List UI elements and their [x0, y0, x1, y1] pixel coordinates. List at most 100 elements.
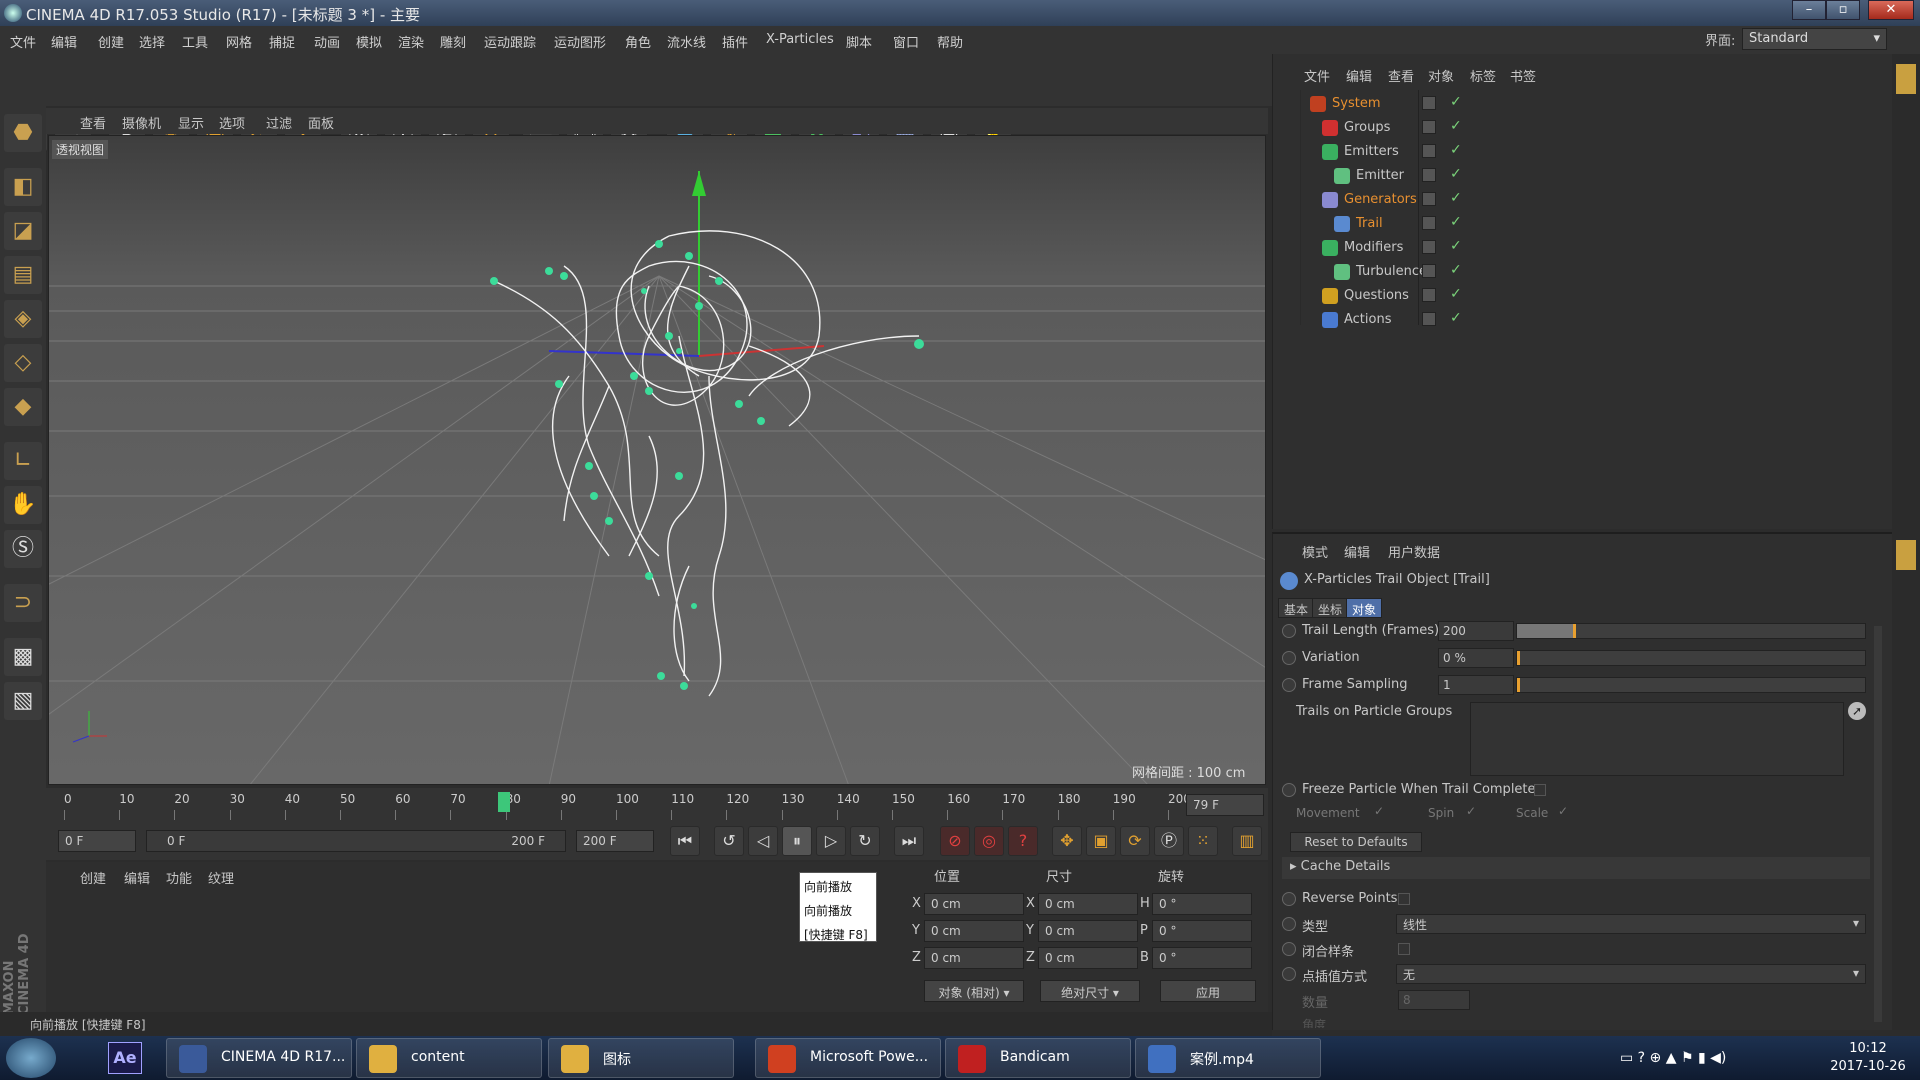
- variation-radio[interactable]: [1282, 651, 1296, 665]
- minimize-button[interactable]: –: [1792, 0, 1826, 20]
- timeline[interactable]: 0 10 20 30 40 50 60 70 80 90 100 110 120 130 140 150 160…: [46, 788, 1268, 822]
- go-to-end-icon[interactable]: ⏭: [894, 826, 924, 856]
- visibility-toggle[interactable]: [1422, 192, 1436, 206]
- taskbar-task[interactable]: content: [356, 1038, 542, 1078]
- pick-arrow-icon[interactable]: ➚: [1848, 702, 1866, 720]
- enabled-check-icon[interactable]: ✓: [1450, 262, 1462, 278]
- menu-19[interactable]: 帮助: [937, 32, 963, 51]
- attribute-scrollbar[interactable]: [1874, 626, 1882, 1022]
- visibility-toggle[interactable]: [1422, 288, 1436, 302]
- magnet-icon[interactable]: ⊃: [4, 584, 42, 622]
- material-menu-0[interactable]: 创建: [80, 868, 106, 887]
- tree-item[interactable]: Modifiers ✓: [1290, 237, 1865, 259]
- freeze-radio[interactable]: [1282, 783, 1296, 797]
- enabled-check-icon[interactable]: ✓: [1450, 286, 1462, 302]
- tab-object[interactable]: 对象: [1346, 598, 1383, 618]
- taskbar-task[interactable]: CINEMA 4D R17...: [166, 1038, 352, 1078]
- trail-length-field[interactable]: 200: [1438, 621, 1514, 641]
- auto-key-icon[interactable]: ◎: [974, 826, 1004, 856]
- menu-0[interactable]: 文件: [10, 32, 36, 51]
- menu-16[interactable]: X-Particles: [766, 32, 834, 47]
- menu-2[interactable]: 创建: [98, 32, 124, 51]
- system-tray-icons[interactable]: ▭ ? ⊕ ▲ ⚑ ▮ ◀): [1620, 1050, 1726, 1066]
- tweak-icon[interactable]: ✋: [4, 486, 42, 524]
- after-effects-icon[interactable]: Ae: [108, 1042, 142, 1074]
- menu-17[interactable]: 脚本: [846, 32, 872, 51]
- maximize-button[interactable]: ▫: [1826, 0, 1860, 20]
- menu-15[interactable]: 插件: [722, 32, 748, 51]
- start-button[interactable]: [6, 1038, 56, 1078]
- enabled-check-icon[interactable]: ✓: [1450, 190, 1462, 206]
- menu-11[interactable]: 运动跟踪: [484, 32, 536, 51]
- menu-5[interactable]: 网格: [226, 32, 252, 51]
- viewport-menu-5[interactable]: 面板: [308, 113, 334, 132]
- menu-13[interactable]: 角色: [625, 32, 651, 51]
- visibility-toggle[interactable]: [1422, 96, 1436, 110]
- closed-spline-checkbox[interactable]: [1398, 943, 1410, 955]
- coord-position-field[interactable]: 0 cm: [924, 893, 1024, 915]
- coordinate-mode-select[interactable]: 对象 (相对) ▾: [924, 980, 1024, 1002]
- keyframe-selection-icon[interactable]: ?: [1008, 826, 1038, 856]
- end-frame-field[interactable]: 200 F: [576, 830, 654, 852]
- key-parameter-icon[interactable]: Ⓟ: [1154, 826, 1184, 856]
- interpolation-select[interactable]: 无 ▾: [1396, 964, 1866, 984]
- coord-position-field[interactable]: 0 cm: [924, 947, 1024, 969]
- planar-workplane-icon[interactable]: ▧: [4, 682, 42, 720]
- taskbar-task[interactable]: Microsoft Powe...: [755, 1038, 941, 1078]
- size-mode-select[interactable]: 绝对尺寸 ▾: [1040, 980, 1140, 1002]
- object-menu-0[interactable]: 文件: [1304, 66, 1330, 85]
- menu-9[interactable]: 渲染: [398, 32, 424, 51]
- closed-spline-radio[interactable]: [1282, 942, 1296, 956]
- spin-check-icon[interactable]: ✓: [1466, 804, 1476, 818]
- coord-position-field[interactable]: 0 cm: [924, 920, 1024, 942]
- taskbar-task[interactable]: 图标: [548, 1038, 734, 1078]
- edges-mode-icon[interactable]: ◇: [4, 344, 42, 382]
- tree-item[interactable]: Actions ✓: [1290, 309, 1865, 331]
- interface-select[interactable]: Standard ▾: [1742, 28, 1887, 50]
- tree-item[interactable]: Turbulence ✓: [1290, 261, 1865, 283]
- attributes-tab[interactable]: [1896, 540, 1916, 570]
- lock-workplane-icon[interactable]: ▩: [4, 638, 42, 676]
- viewport-menu-4[interactable]: 过滤: [266, 113, 292, 132]
- menu-3[interactable]: 选择: [139, 32, 165, 51]
- enabled-check-icon[interactable]: ✓: [1450, 310, 1462, 326]
- apply-button[interactable]: 应用: [1160, 980, 1256, 1002]
- go-to-start-icon[interactable]: ⏮: [670, 826, 700, 856]
- attribute-menu-1[interactable]: 编辑: [1344, 542, 1370, 561]
- tab-basic[interactable]: 基本: [1278, 598, 1315, 618]
- frame-sampling-radio[interactable]: [1282, 678, 1296, 692]
- axis-mode-icon[interactable]: ∟: [4, 442, 42, 480]
- next-frame-icon[interactable]: ▷: [816, 826, 846, 856]
- tree-item[interactable]: Questions ✓: [1290, 285, 1865, 307]
- object-menu-4[interactable]: 标签: [1470, 66, 1496, 85]
- count-field[interactable]: 8: [1398, 990, 1470, 1010]
- object-menu-3[interactable]: 对象: [1428, 66, 1454, 85]
- particle-groups-list[interactable]: [1470, 702, 1844, 776]
- visibility-toggle[interactable]: [1422, 312, 1436, 326]
- tree-item[interactable]: Groups ✓: [1290, 117, 1865, 139]
- polygons-mode-icon[interactable]: ◆: [4, 388, 42, 426]
- enabled-check-icon[interactable]: ✓: [1450, 94, 1462, 110]
- cache-details-group[interactable]: ▸ Cache Details: [1282, 857, 1870, 879]
- variation-field[interactable]: 0 %: [1438, 648, 1514, 668]
- coord-size-field[interactable]: 0 cm: [1038, 920, 1138, 942]
- enabled-check-icon[interactable]: ✓: [1450, 214, 1462, 230]
- current-frame-field[interactable]: 79 F: [1186, 794, 1264, 816]
- trail-length-slider[interactable]: [1516, 623, 1866, 639]
- freeze-checkbox[interactable]: [1534, 784, 1546, 796]
- key-rotation-icon[interactable]: ⟳: [1120, 826, 1150, 856]
- reverse-radio[interactable]: [1282, 892, 1296, 906]
- tree-item[interactable]: Trail ✓: [1290, 213, 1865, 235]
- tree-item[interactable]: Emitter ✓: [1290, 165, 1865, 187]
- coord-rotation-field[interactable]: 0 °: [1152, 947, 1252, 969]
- menu-14[interactable]: 流水线: [667, 32, 706, 51]
- menu-4[interactable]: 工具: [182, 32, 208, 51]
- trail-length-radio[interactable]: [1282, 624, 1296, 638]
- material-menu-3[interactable]: 纹理: [208, 868, 234, 887]
- object-menu-2[interactable]: 查看: [1388, 66, 1414, 85]
- visibility-toggle[interactable]: [1422, 264, 1436, 278]
- menu-6[interactable]: 捕捉: [269, 32, 295, 51]
- movement-check-icon[interactable]: ✓: [1374, 804, 1384, 818]
- tree-item[interactable]: Emitters ✓: [1290, 141, 1865, 163]
- record-keys-icon[interactable]: ⊘: [940, 826, 970, 856]
